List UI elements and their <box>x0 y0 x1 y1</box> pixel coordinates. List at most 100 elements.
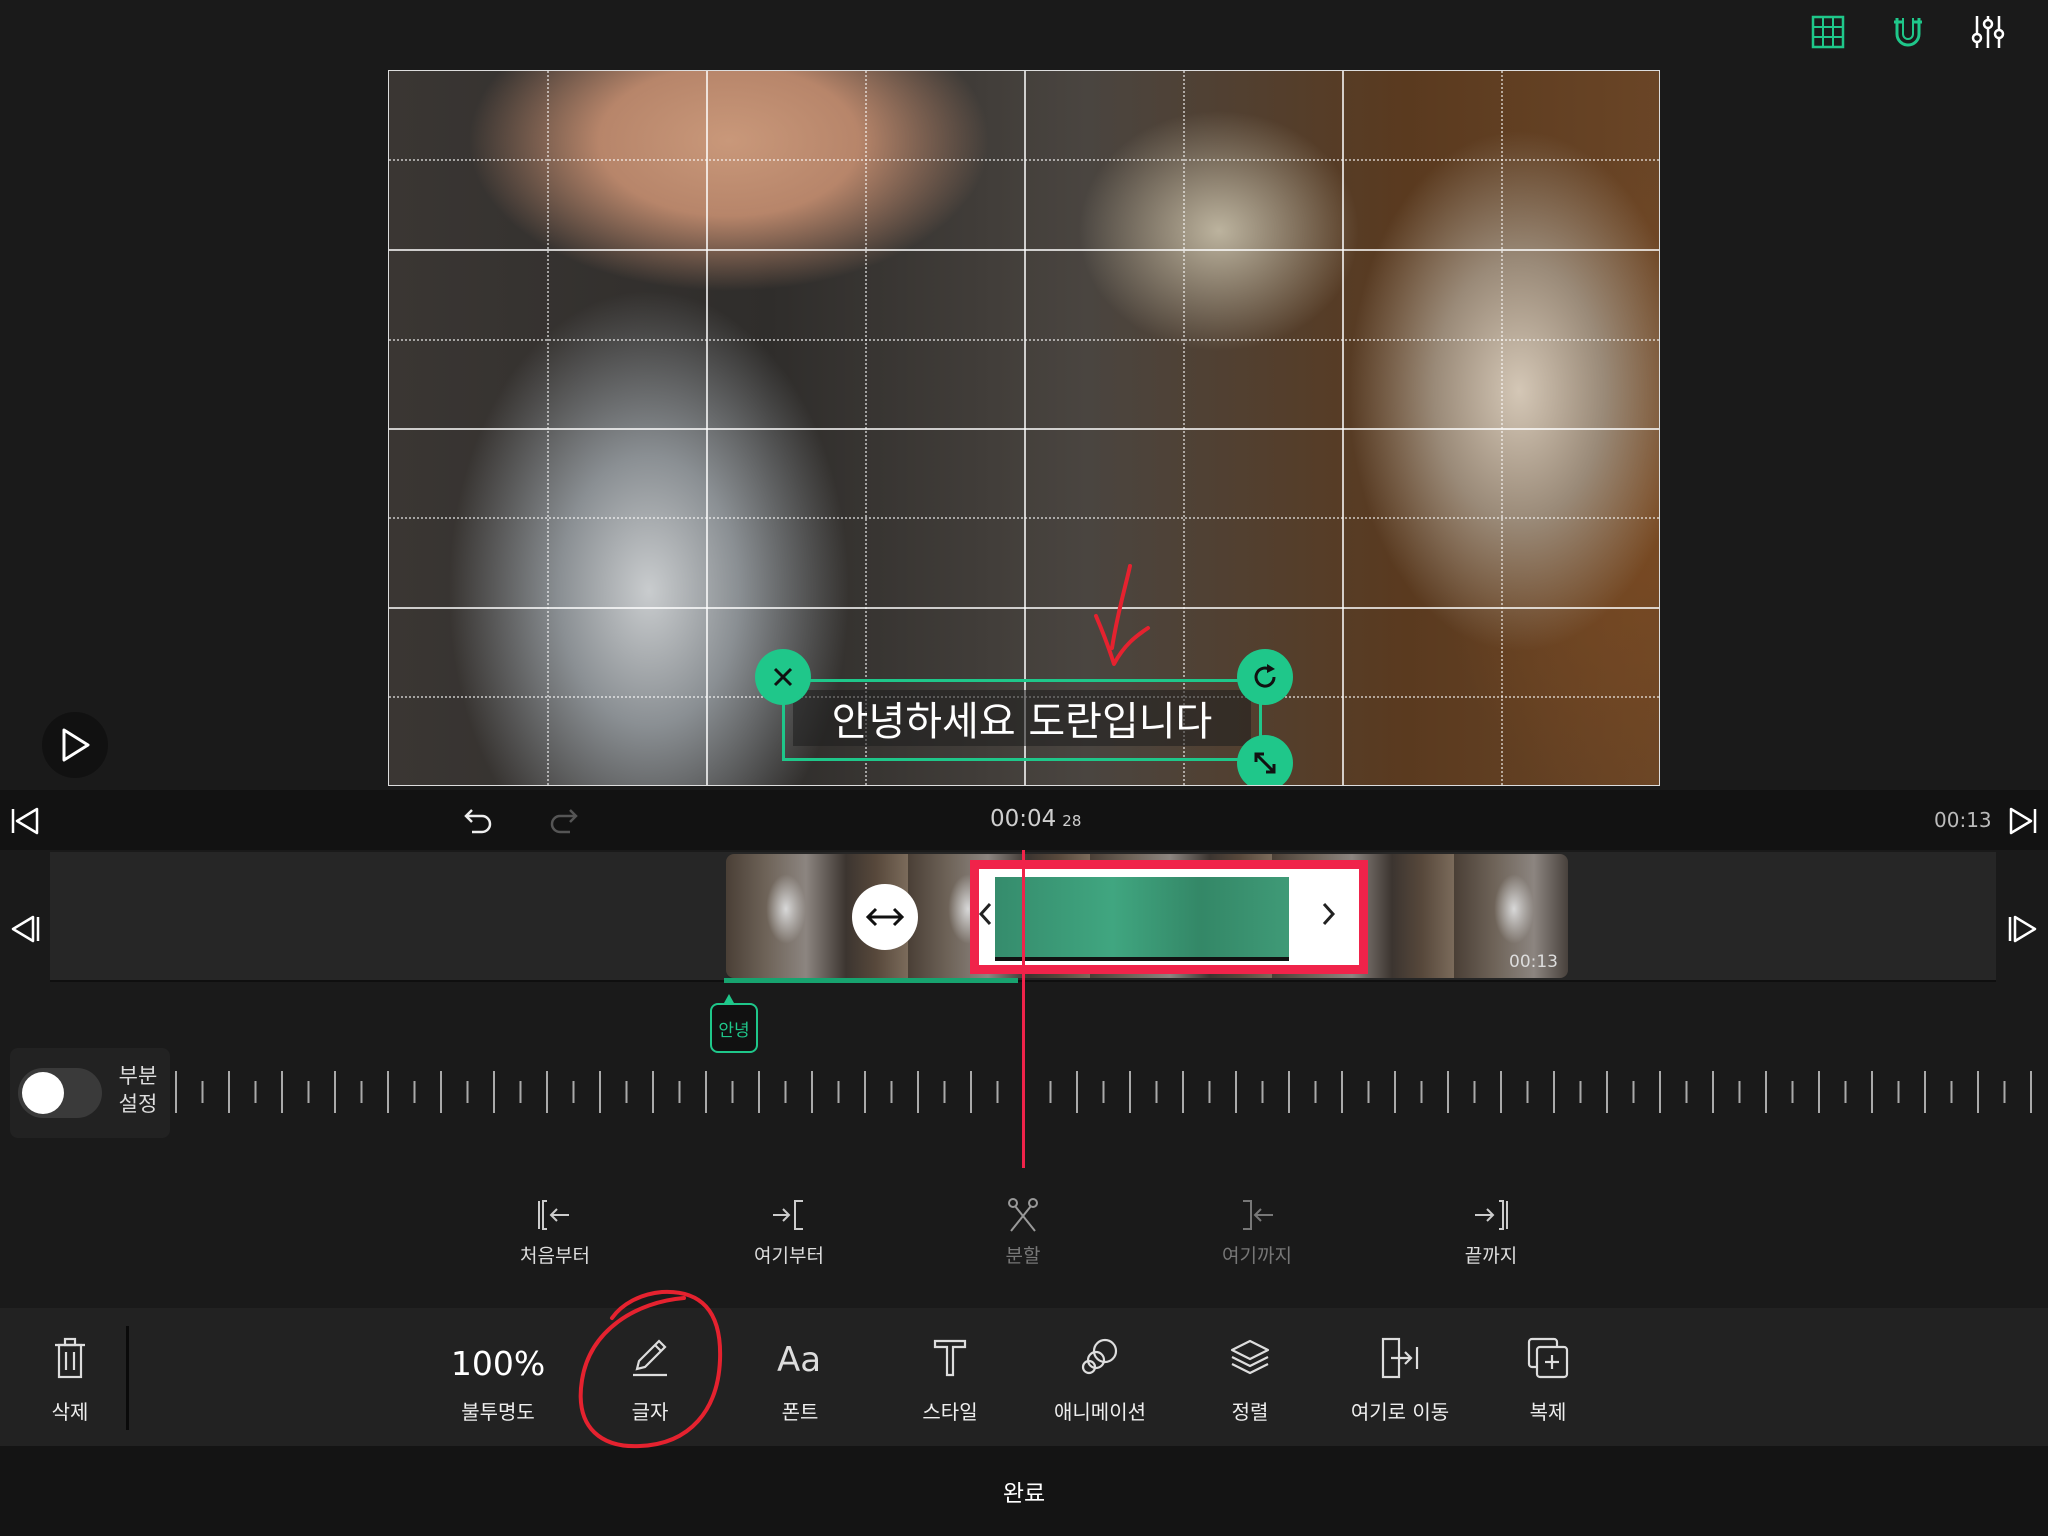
step-back-icon <box>11 915 40 943</box>
guide-dotted-line <box>547 71 549 785</box>
play-icon <box>62 728 90 762</box>
text-layer-box[interactable]: 안녕하세요 도란입니다 <box>782 679 1262 761</box>
partial-setting-toggle[interactable] <box>18 1068 102 1118</box>
font-button[interactable]: Aa 폰트 <box>730 1330 870 1425</box>
magnet-icon[interactable] <box>1888 12 1928 52</box>
rotate-icon <box>1254 664 1276 688</box>
text-tag[interactable]: 안녕 <box>710 1003 758 1053</box>
clip-thumbnail <box>766 874 806 944</box>
trim-from-here-icon <box>773 1200 803 1230</box>
chevron-right-icon <box>1322 902 1336 926</box>
text-style-icon <box>933 1339 967 1377</box>
toolbar-divider <box>126 1326 129 1430</box>
text-clip-selection[interactable] <box>970 860 1368 974</box>
play-button[interactable] <box>42 712 108 778</box>
arrow-left-right-icon <box>865 907 905 927</box>
timeline-header: 00:04 28 00:13 <box>0 790 2048 850</box>
duplicate-button[interactable]: 복제 <box>1478 1330 1618 1425</box>
guide-dotted-line <box>1183 71 1185 785</box>
top-bar <box>0 0 2048 70</box>
font-icon: Aa <box>777 1340 821 1380</box>
text-clip-segment[interactable] <box>995 877 1289 957</box>
scissors-icon <box>1008 1198 1038 1232</box>
undo-icon <box>464 809 492 834</box>
guide-grid-line <box>1024 71 1026 785</box>
close-icon <box>773 667 793 687</box>
caption-text[interactable]: 안녕하세요 도란입니다 <box>832 689 1213 747</box>
adjust-sliders-icon[interactable] <box>1968 12 2008 52</box>
jump-to-start-button[interactable] <box>8 804 42 842</box>
clip-thumbnail <box>1494 874 1534 944</box>
text-edit-toolbar: 삭제 100% 불투명도 글자 Aa 폰트 스타일 애니메이션 정렬 여기로 이… <box>0 1308 2048 1446</box>
trim-from-start-label: 처음부터 <box>520 1245 590 1267</box>
grid-icon[interactable] <box>1808 12 1848 52</box>
clip-end-time: 00:13 <box>1509 952 1558 972</box>
text-range-indicator <box>724 978 1018 983</box>
redo-icon <box>550 809 578 834</box>
guide-grid-line <box>1342 71 1344 785</box>
delete-layer-button[interactable] <box>755 649 811 705</box>
trim-to-here-label: 여기까지 <box>1222 1245 1292 1267</box>
video-preview[interactable]: 안녕하세요 도란입니다 <box>388 70 1660 786</box>
split-label: 분할 <box>1005 1245 1041 1267</box>
svg-text:Aa: Aa <box>777 1340 821 1380</box>
split-button[interactable]: 분할 <box>948 1195 1098 1268</box>
move-clip-handle[interactable] <box>852 884 918 950</box>
undo-button[interactable] <box>462 802 496 840</box>
redo-button[interactable] <box>546 802 580 840</box>
trim-left-handle[interactable] <box>975 899 997 937</box>
trim-right-handle[interactable] <box>1317 899 1339 937</box>
done-button[interactable]: 완료 <box>974 1474 1074 1508</box>
pencil-icon <box>633 1339 667 1377</box>
trim-from-here-button[interactable]: 여기부터 <box>714 1195 864 1268</box>
move-here-button[interactable]: 여기로 이동 <box>1330 1330 1470 1425</box>
style-button[interactable]: 스타일 <box>880 1330 1020 1425</box>
rotate-layer-button[interactable] <box>1237 649 1293 705</box>
trash-icon <box>55 1337 85 1379</box>
opacity-label: 불투명도 <box>461 1400 535 1424</box>
trim-to-end-button[interactable]: 끝까지 <box>1416 1195 1566 1268</box>
font-label: 폰트 <box>781 1400 819 1424</box>
resize-diagonal-icon <box>1254 752 1276 774</box>
trim-to-here-button[interactable]: 여기까지 <box>1182 1195 1332 1268</box>
trim-from-here-label: 여기부터 <box>754 1245 824 1267</box>
playhead[interactable] <box>1022 850 1025 1168</box>
trim-from-start-icon <box>538 1200 569 1230</box>
move-here-label: 여기로 이동 <box>1350 1400 1450 1424</box>
current-time: 00:04 <box>990 806 1057 832</box>
total-duration: 00:13 <box>1934 808 1992 832</box>
footer-bar: 완료 <box>0 1446 2048 1536</box>
trim-from-start-button[interactable]: 처음부터 <box>480 1195 630 1268</box>
opacity-value: 100% <box>450 1343 546 1383</box>
text-clip-bottom-line <box>995 957 1289 961</box>
text-edit-label: 글자 <box>631 1400 669 1424</box>
animation-button[interactable]: 애니메이션 <box>1030 1330 1170 1425</box>
step-forward-icon <box>2008 915 2037 943</box>
animation-icon <box>1081 1338 1118 1375</box>
trim-to-end-icon <box>1475 1200 1508 1230</box>
timeline-ruler[interactable] <box>170 1065 2048 1119</box>
partial-setting-label: 부분 설정 <box>118 1064 158 1116</box>
current-timecode: 00:04 28 <box>990 806 1081 832</box>
delete-button[interactable]: 삭제 <box>0 1330 140 1425</box>
previous-frame-button[interactable] <box>8 912 42 950</box>
current-frames: 28 <box>1062 812 1082 830</box>
toggle-knob <box>22 1072 64 1114</box>
opacity-button[interactable]: 100% 불투명도 <box>428 1330 568 1425</box>
layers-icon <box>1230 1339 1270 1375</box>
align-button[interactable]: 정렬 <box>1180 1330 1320 1425</box>
text-edit-button[interactable]: 글자 <box>580 1330 720 1425</box>
next-frame-button[interactable] <box>2006 912 2040 950</box>
guide-dotted-line <box>1501 71 1503 785</box>
style-label: 스타일 <box>922 1400 978 1424</box>
skip-end-icon <box>2009 807 2037 835</box>
jump-to-end-button[interactable] <box>2006 804 2040 842</box>
guide-grid-line <box>706 71 708 785</box>
text-tag-pointer <box>724 994 734 1003</box>
skip-start-icon <box>11 807 39 835</box>
text-layer-background: 안녕하세요 도란입니다 <box>793 690 1251 746</box>
guide-dotted-line <box>865 71 867 785</box>
duplicate-label: 복제 <box>1529 1400 1567 1424</box>
animation-label: 애니메이션 <box>1054 1400 1146 1424</box>
resize-layer-button[interactable] <box>1237 735 1293 785</box>
